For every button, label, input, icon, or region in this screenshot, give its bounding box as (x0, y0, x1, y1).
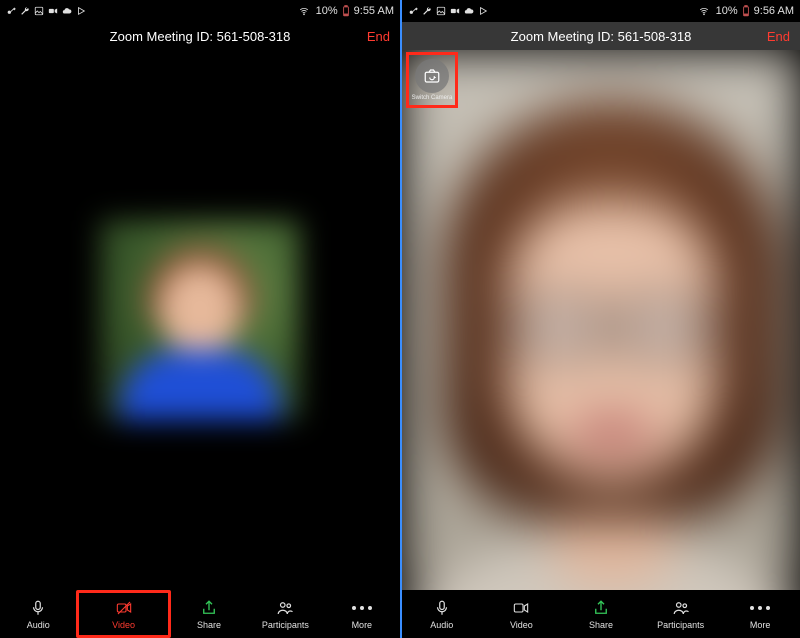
more-icon (352, 598, 372, 618)
share-icon (200, 598, 218, 618)
play-icon (478, 6, 488, 16)
switch-camera-label: Switch Camera (412, 95, 453, 101)
video-off-icon (114, 598, 134, 618)
share-label: Share (197, 620, 221, 630)
mic-icon (433, 598, 451, 618)
end-button[interactable]: End (767, 22, 790, 50)
video-label: Video (112, 620, 135, 630)
meeting-title-bar: Zoom Meeting ID: 561-508-318 End (0, 22, 400, 50)
more-label: More (750, 620, 771, 630)
share-label: Share (589, 620, 613, 630)
video-area[interactable]: Switch Camera (402, 50, 800, 590)
participants-label: Participants (657, 620, 704, 630)
battery-percent: 10% (716, 5, 738, 17)
more-icon (750, 598, 770, 618)
video-button[interactable]: Video (482, 590, 562, 638)
video-button[interactable]: Video (76, 590, 170, 638)
video-status-icon (48, 6, 58, 16)
switch-camera-button[interactable]: Switch Camera (412, 58, 452, 102)
wifi-icon (298, 6, 310, 16)
participants-button[interactable]: Participants (247, 590, 323, 638)
share-button[interactable]: Share (561, 590, 641, 638)
video-label: Video (510, 620, 533, 630)
mic-icon (29, 598, 47, 618)
meeting-title-bar: Zoom Meeting ID: 561-508-318 End (402, 22, 800, 50)
participants-icon (671, 598, 691, 618)
phone-screen-right: 10% 9:56 AM Zoom Meeting ID: 561-508-318… (400, 0, 800, 638)
self-video-feed (402, 50, 800, 590)
video-on-icon (511, 598, 531, 618)
video-status-icon (450, 6, 460, 16)
bottom-toolbar: Audio Video Share Participants More (0, 590, 400, 638)
battery-icon (742, 5, 750, 17)
more-label: More (352, 620, 373, 630)
more-button[interactable]: More (720, 590, 800, 638)
status-right: 10% 9:55 AM (298, 5, 394, 17)
wifi-icon (698, 6, 710, 16)
share-icon (592, 598, 610, 618)
more-button[interactable]: More (324, 590, 400, 638)
meeting-id-label: Zoom Meeting ID: 561-508-318 (511, 29, 692, 44)
participant-avatar (100, 220, 300, 420)
meeting-id-label: Zoom Meeting ID: 561-508-318 (110, 29, 291, 44)
wrench-icon (422, 6, 432, 16)
video-area[interactable] (0, 50, 400, 590)
phone-screen-left: 10% 9:55 AM Zoom Meeting ID: 561-508-318… (0, 0, 400, 638)
cloud-icon (62, 6, 72, 16)
battery-percent: 10% (316, 5, 338, 17)
play-icon (76, 6, 86, 16)
key-icon (6, 6, 16, 16)
cloud-icon (464, 6, 474, 16)
battery-icon (342, 5, 350, 17)
clock-time: 9:56 AM (754, 5, 794, 17)
audio-button[interactable]: Audio (0, 590, 76, 638)
status-left-icons (408, 6, 488, 16)
status-bar: 10% 9:55 AM (0, 0, 400, 22)
audio-button[interactable]: Audio (402, 590, 482, 638)
status-left-icons (6, 6, 86, 16)
camera-switch-icon (415, 59, 449, 93)
image-icon (34, 6, 44, 16)
switch-camera-highlight: Switch Camera (406, 52, 458, 108)
clock-time: 9:55 AM (354, 5, 394, 17)
status-bar: 10% 9:56 AM (402, 0, 800, 22)
share-button[interactable]: Share (171, 590, 247, 638)
end-button[interactable]: End (367, 22, 390, 50)
status-right: 10% 9:56 AM (698, 5, 794, 17)
audio-label: Audio (27, 620, 50, 630)
participants-icon (275, 598, 295, 618)
participants-label: Participants (262, 620, 309, 630)
participants-button[interactable]: Participants (641, 590, 721, 638)
image-icon (436, 6, 446, 16)
wrench-icon (20, 6, 30, 16)
key-icon (408, 6, 418, 16)
bottom-toolbar: Audio Video Share Participants More (402, 590, 800, 638)
audio-label: Audio (430, 620, 453, 630)
